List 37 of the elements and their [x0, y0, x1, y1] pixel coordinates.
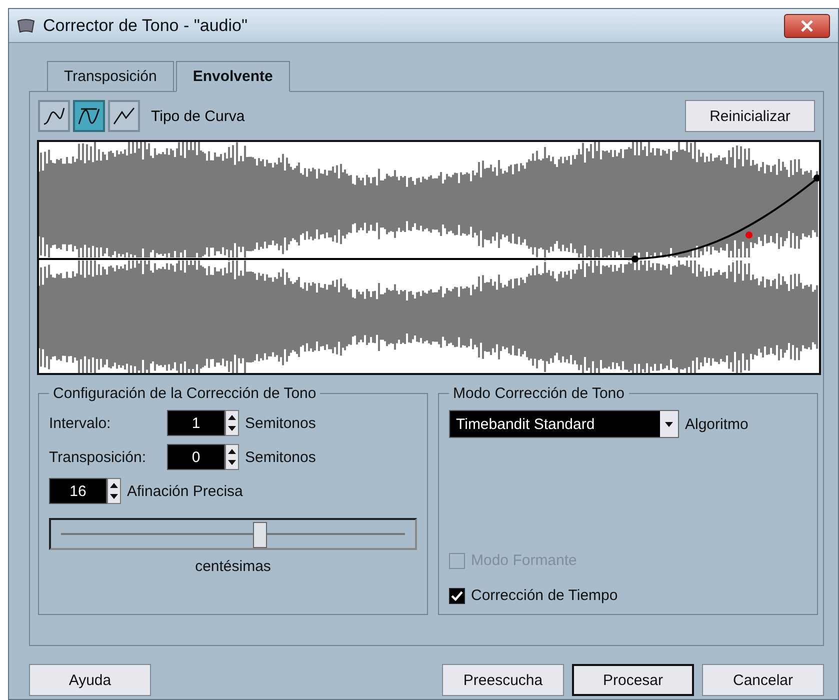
algorithm-dropdown[interactable]: Timebandit Standard — [449, 410, 679, 438]
curve-type-label: Tipo de Curva — [151, 108, 246, 124]
slider-thumb[interactable] — [253, 522, 268, 548]
unit-label: Semitonos — [245, 414, 316, 432]
tab[interactable]: Envolvente — [176, 61, 290, 92]
number-field[interactable]: 0 — [167, 444, 225, 470]
number-field[interactable]: 16 — [49, 478, 107, 504]
spin-arrows-icon[interactable] — [225, 444, 239, 470]
unit-label: Semitonos — [245, 448, 316, 466]
field-label: Afinación Precisa — [127, 482, 243, 500]
dialog-button[interactable]: Cancelar — [702, 664, 824, 696]
reset-button[interactable]: Reinicializar — [685, 100, 815, 132]
checkmark-icon — [451, 590, 463, 600]
spin-arrows-icon[interactable] — [225, 410, 239, 436]
curve-type-button[interactable] — [108, 100, 140, 132]
spin-arrows-icon[interactable] — [107, 478, 121, 504]
dialog-button[interactable]: Procesar — [572, 664, 694, 696]
curve-type-button[interactable] — [73, 100, 105, 132]
field-label: Algoritmo — [685, 416, 748, 432]
dialog-button[interactable]: Preescucha — [442, 664, 564, 696]
close-icon — [800, 20, 814, 32]
curve-type-button[interactable] — [38, 100, 70, 132]
slider-track[interactable] — [49, 518, 417, 550]
field-label: Intervalo: — [49, 414, 112, 432]
close-button[interactable] — [784, 14, 830, 38]
group-title: Configuración de la Corrección de Tono — [52, 385, 318, 402]
dialog-button[interactable]: Ayuda — [29, 664, 151, 696]
group-title: Modo Corrección de Tono — [452, 385, 626, 402]
app-icon — [17, 18, 35, 34]
checkbox-label: Corrección de Tiempo — [471, 587, 618, 604]
checkbox[interactable] — [449, 588, 465, 604]
window-title: Corrector de Tono - "audio" — [43, 16, 249, 36]
slider-caption: centésimas — [194, 558, 272, 575]
tab[interactable]: Transposición — [47, 61, 174, 92]
number-field[interactable]: 1 — [167, 410, 225, 436]
waveform-display[interactable] — [37, 140, 821, 375]
field-label: Transposición: — [49, 448, 147, 466]
